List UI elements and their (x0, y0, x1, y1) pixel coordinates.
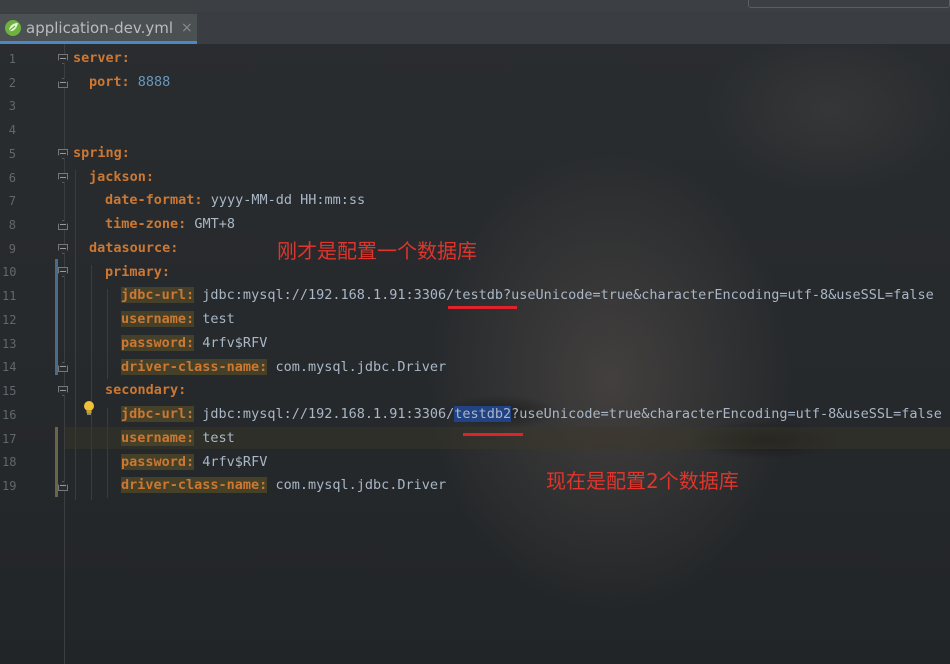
yaml-value: ?useUnicode=true&characterEncoding=utf-8… (503, 287, 934, 303)
indent-guide (75, 170, 76, 500)
annotation-underline (448, 306, 517, 309)
line-number: 15 (2, 384, 17, 398)
yaml-key: username: (121, 311, 195, 327)
code-line[interactable]: driver-class-name: com.mysql.jdbc.Driver (121, 474, 446, 496)
code-line[interactable]: username: test (121, 427, 235, 449)
code-line[interactable]: spring: (73, 142, 130, 164)
code-line[interactable]: primary: (105, 261, 170, 283)
yaml-key: password: (121, 335, 195, 351)
indent-guide (107, 408, 108, 498)
yaml-value: yyyy-MM-dd HH:mm:ss (210, 192, 366, 208)
yaml-key: spring: (73, 145, 130, 161)
line-number: 3 (8, 99, 16, 113)
yaml-key: driver-class-name: (121, 359, 268, 375)
line-number: 13 (2, 337, 17, 351)
line-number: 2 (8, 76, 16, 90)
line-number: 7 (8, 194, 16, 208)
close-icon[interactable]: × (181, 20, 193, 36)
line-number: 9 (8, 242, 16, 256)
spring-leaf-icon (5, 19, 21, 36)
lightbulb-icon[interactable] (82, 400, 96, 416)
yaml-value: test (202, 430, 235, 446)
code-line[interactable]: jackson: (89, 166, 154, 188)
yaml-key: driver-class-name: (121, 477, 268, 493)
code-line[interactable]: time-zone: GMT+8 (105, 213, 235, 235)
yaml-key: time-zone: (105, 216, 187, 232)
yaml-key: username: (121, 430, 195, 446)
yaml-key: jdbc-url: (121, 287, 195, 303)
yaml-value: test (202, 311, 235, 327)
yaml-key: jdbc-url: (121, 406, 195, 422)
code-line[interactable]: password: 4rfv$RFV (121, 332, 267, 354)
indent-guide (107, 289, 108, 379)
indent-guide (91, 265, 92, 500)
annotation-note: 刚才是配置一个数据库 (277, 239, 477, 263)
yaml-key: date-format: (105, 192, 203, 208)
yaml-value-dbname: testdb (454, 287, 504, 303)
line-number: 16 (2, 408, 17, 422)
line-number: 5 (8, 147, 16, 161)
line-number: 10 (2, 265, 17, 279)
yaml-key: secondary: (105, 382, 187, 398)
line-number: 17 (2, 432, 17, 446)
line-number: 19 (2, 479, 17, 493)
code-line[interactable]: driver-class-name: com.mysql.jdbc.Driver (121, 356, 446, 378)
vcs-change-marker[interactable] (55, 259, 58, 375)
yaml-value: 4rfv$RFV (202, 454, 268, 470)
code-line[interactable]: username: test (121, 308, 235, 330)
annotation-note: 现在是配置2个数据库 (546, 469, 739, 493)
line-number: 1 (8, 52, 16, 66)
search-field[interactable] (748, 0, 950, 8)
line-number: 11 (2, 289, 17, 303)
code-line[interactable]: datasource: (89, 237, 178, 259)
yaml-key: primary: (105, 264, 171, 280)
selected-text[interactable]: testdb2 (454, 406, 512, 422)
code-line[interactable]: jdbc-url: jdbc:mysql://192.168.1.91:3306… (121, 403, 942, 425)
yaml-key: password: (121, 454, 195, 470)
code-line[interactable]: jdbc-url: jdbc:mysql://192.168.1.91:3306… (121, 284, 934, 306)
yaml-key: port: (89, 74, 130, 90)
yaml-key: datasource: (89, 240, 179, 256)
vcs-change-marker[interactable] (55, 427, 58, 497)
annotation-underline (463, 433, 523, 436)
editor-tab-bar: application-dev.yml × (0, 0, 950, 45)
code-line[interactable]: port: 8888 (89, 71, 170, 93)
code-line[interactable]: password: 4rfv$RFV (121, 451, 267, 473)
tab-label: application-dev.yml (26, 18, 174, 37)
code-line[interactable]: date-format: yyyy-MM-dd HH:mm:ss (105, 189, 365, 211)
code-line[interactable]: secondary: (105, 379, 186, 401)
yaml-value: com.mysql.jdbc.Driver (275, 359, 447, 375)
yaml-value: 8888 (137, 74, 171, 90)
code-line[interactable]: server: (73, 47, 130, 69)
yaml-key: jackson: (89, 169, 155, 185)
yaml-value: jdbc:mysql://192.168.1.91:3306/ (202, 406, 455, 422)
yaml-value: com.mysql.jdbc.Driver (275, 477, 447, 493)
yaml-value: 4rfv$RFV (202, 335, 268, 351)
line-number: 6 (8, 171, 16, 185)
yaml-key: server: (73, 50, 130, 66)
line-number: 4 (8, 123, 16, 137)
line-number: 8 (8, 218, 16, 232)
yaml-value: jdbc:mysql://192.168.1.91:3306/ (202, 287, 455, 303)
line-number: 12 (2, 313, 17, 327)
line-number: 14 (2, 360, 17, 374)
yaml-value: ?useUnicode=true&characterEncoding=utf-8… (511, 406, 942, 422)
line-number: 18 (2, 455, 17, 469)
yaml-value: GMT+8 (194, 216, 236, 232)
tab-application-dev-yml[interactable]: application-dev.yml × (0, 14, 197, 44)
